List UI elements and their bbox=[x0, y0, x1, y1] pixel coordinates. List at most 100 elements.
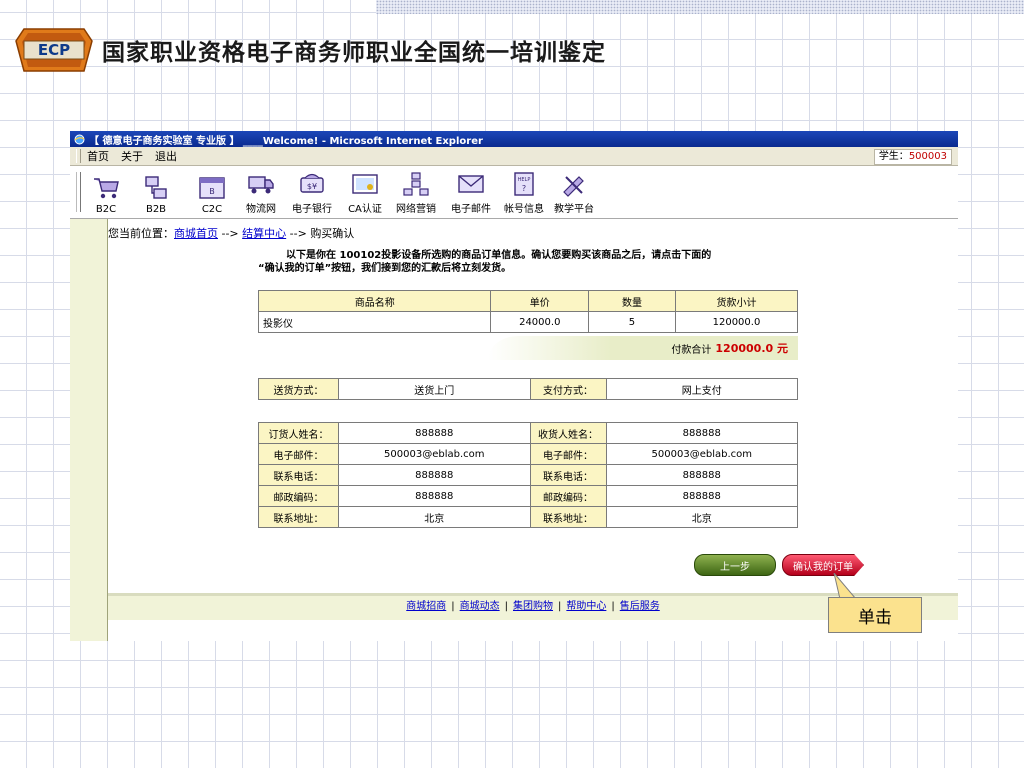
page-content: 您当前位置：商城首页 --> 结算中心 --> 购买确认 以下是你在 10010… bbox=[70, 219, 958, 641]
window-title: 【 德意电子商务实验室 专业版 】 ____Welcome! - Microso… bbox=[89, 135, 483, 147]
orderer-name-label: 订货人姓名： bbox=[257, 422, 340, 444]
ship-method-label: 送货方式： bbox=[257, 378, 340, 400]
student-id: 500003 bbox=[908, 151, 947, 162]
toolbar-logistics[interactable]: 物流网 bbox=[240, 170, 282, 218]
toolbar-b2c[interactable]: B2C bbox=[86, 170, 126, 218]
toolbar-b2b[interactable]: B2B bbox=[128, 170, 184, 218]
menu-item-logout[interactable]: 退出 bbox=[155, 148, 177, 164]
sitemap-icon bbox=[403, 172, 429, 196]
footer-link-group-buy[interactable]: 集团购物 bbox=[513, 601, 553, 612]
click-callout: 单击 bbox=[828, 597, 922, 633]
table-row: 订货人姓名： 888888 收货人姓名： 888888 bbox=[257, 422, 798, 444]
toolbar-b2b-label: B2B bbox=[145, 204, 167, 215]
certificate-icon bbox=[352, 174, 378, 194]
footer-link-after-sales[interactable]: 售后服务 bbox=[620, 601, 660, 612]
table-row: 联系地址： 北京 联系地址： 北京 bbox=[257, 506, 798, 528]
previous-step-button[interactable]: 上一步 bbox=[694, 554, 776, 576]
toolbar-c2c[interactable]: B C2C bbox=[186, 170, 238, 218]
footer-separator: | bbox=[504, 601, 508, 612]
footer-link-merchant[interactable]: 商城招商 bbox=[406, 601, 446, 612]
toolbar-b2c-label: B2C bbox=[95, 204, 117, 215]
footer-link-help[interactable]: 帮助中心 bbox=[566, 601, 606, 612]
receiver-address-value: 北京 bbox=[605, 506, 798, 528]
toolbar-c2c-label: C2C bbox=[201, 204, 223, 215]
toolbar-account-label: 帐号信息 bbox=[504, 204, 544, 215]
menu-item-home[interactable]: 首页 bbox=[87, 148, 109, 164]
toolbar-ca[interactable]: CA认证 bbox=[342, 170, 388, 218]
order-intro-text: 以下是你在 100102投影设备所选购的商品订单信息。确认您要购买该商品之后，请… bbox=[258, 249, 818, 275]
receiver-name-value: 888888 bbox=[605, 422, 798, 444]
intro-line-2: “确认我的订单”按钮，我们接到您的汇款后将立刻发货。 bbox=[258, 263, 512, 274]
receiver-name-label: 收货人姓名： bbox=[529, 422, 607, 444]
breadcrumb-link-checkout[interactable]: 结算中心 bbox=[242, 227, 286, 240]
cell-product: 投影仪 bbox=[257, 311, 492, 333]
table-row: 送货方式： 送货上门 支付方式： 网上支付 bbox=[257, 378, 798, 400]
col-header-quantity: 数量 bbox=[588, 290, 676, 312]
breadcrumb-separator: --> bbox=[286, 227, 311, 240]
total-amount: 120000.0 元 bbox=[715, 342, 788, 355]
tools-icon bbox=[563, 176, 584, 197]
table-row: 投影仪 24000.0 5 120000.0 bbox=[257, 311, 799, 333]
student-label: 学生： bbox=[878, 151, 909, 162]
receiver-zip-value: 888888 bbox=[605, 485, 798, 507]
svg-text:?: ? bbox=[522, 184, 526, 193]
shopping-cart-icon bbox=[94, 178, 119, 199]
breadcrumb-prefix: 您当前位置： bbox=[108, 227, 174, 240]
receiver-phone-value: 888888 bbox=[605, 464, 798, 486]
internet-explorer-icon bbox=[74, 134, 85, 144]
orderer-zip-label: 邮政编码： bbox=[257, 485, 340, 507]
toolbar-grip bbox=[76, 172, 81, 212]
toolbar-account[interactable]: HELP ? 帐号信息 bbox=[500, 170, 548, 218]
toolbar-ebank-label: 电子银行 bbox=[292, 204, 332, 215]
ship-method-value: 送货上门 bbox=[338, 378, 531, 400]
table-row: 联系电话： 888888 联系电话： 888888 bbox=[257, 464, 798, 486]
col-header-subtotal: 货款小计 bbox=[674, 290, 799, 312]
toolbar-ca-label: CA认证 bbox=[348, 204, 382, 215]
order-table-header: 商品名称 单价 数量 货款小计 bbox=[257, 290, 799, 312]
top-decorative-band bbox=[376, 0, 1024, 14]
col-header-product: 商品名称 bbox=[257, 290, 492, 312]
cell-subtotal: 120000.0 bbox=[674, 311, 799, 333]
svg-text:$¥: $¥ bbox=[307, 182, 317, 191]
menubar: 首页 关于 退出 学生：500003 bbox=[70, 147, 958, 166]
receiver-zip-label: 邮政编码： bbox=[529, 485, 607, 507]
orderer-email-label: 电子邮件： bbox=[257, 443, 340, 465]
col-header-unit-price: 单价 bbox=[490, 290, 590, 312]
orderer-address-label: 联系地址： bbox=[257, 506, 340, 528]
student-badge: 学生：500003 bbox=[873, 149, 952, 165]
menubar-grip bbox=[76, 149, 81, 163]
toolbar-marketing[interactable]: 网络营销 bbox=[390, 170, 442, 218]
toolbar-logistics-label: 物流网 bbox=[246, 204, 276, 215]
intro-line-1: 以下是你在 100102投影设备所选购的商品订单信息。确认您要购买该商品之后，请… bbox=[286, 250, 712, 261]
cell-quantity: 5 bbox=[588, 311, 676, 333]
window-icon: B bbox=[199, 177, 225, 199]
receiver-email-label: 电子邮件： bbox=[529, 443, 607, 465]
ecp-logo-icon: ECP bbox=[15, 28, 93, 72]
svg-text:HELP: HELP bbox=[518, 177, 531, 183]
breadcrumb-current: 购买确认 bbox=[310, 227, 355, 240]
slide-header: ECP 国家职业资格电子商务师职业全国统一培训鉴定 bbox=[14, 26, 606, 74]
browser-window: 【 德意电子商务实验室 专业版 】 ____Welcome! - Microso… bbox=[70, 131, 958, 641]
toolbar-email[interactable]: 电子邮件 bbox=[444, 170, 498, 218]
orderer-phone-label: 联系电话： bbox=[257, 464, 340, 486]
footer-link-news[interactable]: 商城动态 bbox=[460, 601, 500, 612]
orderer-address-value: 北京 bbox=[338, 506, 531, 528]
menu-item-about[interactable]: 关于 bbox=[121, 148, 143, 164]
toolbar-teaching[interactable]: 教学平台 bbox=[550, 170, 598, 218]
truck-icon bbox=[248, 176, 274, 194]
breadcrumb: 您当前位置：商城首页 --> 结算中心 --> 购买确认 bbox=[108, 225, 354, 241]
receiver-address-label: 联系地址： bbox=[529, 506, 607, 528]
toolbar-teaching-label: 教学平台 bbox=[554, 204, 594, 215]
breadcrumb-link-mall-home[interactable]: 商城首页 bbox=[174, 227, 218, 240]
orderer-name-value: 888888 bbox=[338, 422, 531, 444]
contact-info-table: 订货人姓名： 888888 收货人姓名： 888888 电子邮件： 500003… bbox=[257, 422, 798, 528]
help-book-icon: HELP ? bbox=[514, 172, 534, 196]
cell-unit-price: 24000.0 bbox=[490, 311, 590, 333]
footer-separator: | bbox=[558, 601, 562, 612]
module-toolbar: B2C B2B B C2C 物流网 $¥ 电子银行 CA认证 网络营销 电子邮件… bbox=[70, 166, 958, 219]
left-sidebar bbox=[70, 219, 108, 641]
email-icon bbox=[458, 175, 484, 193]
order-total: 付款合计 120000.0 元 bbox=[488, 336, 798, 360]
toolbar-ebank[interactable]: $¥ 电子银行 bbox=[284, 170, 340, 218]
svg-text:B: B bbox=[209, 187, 215, 196]
